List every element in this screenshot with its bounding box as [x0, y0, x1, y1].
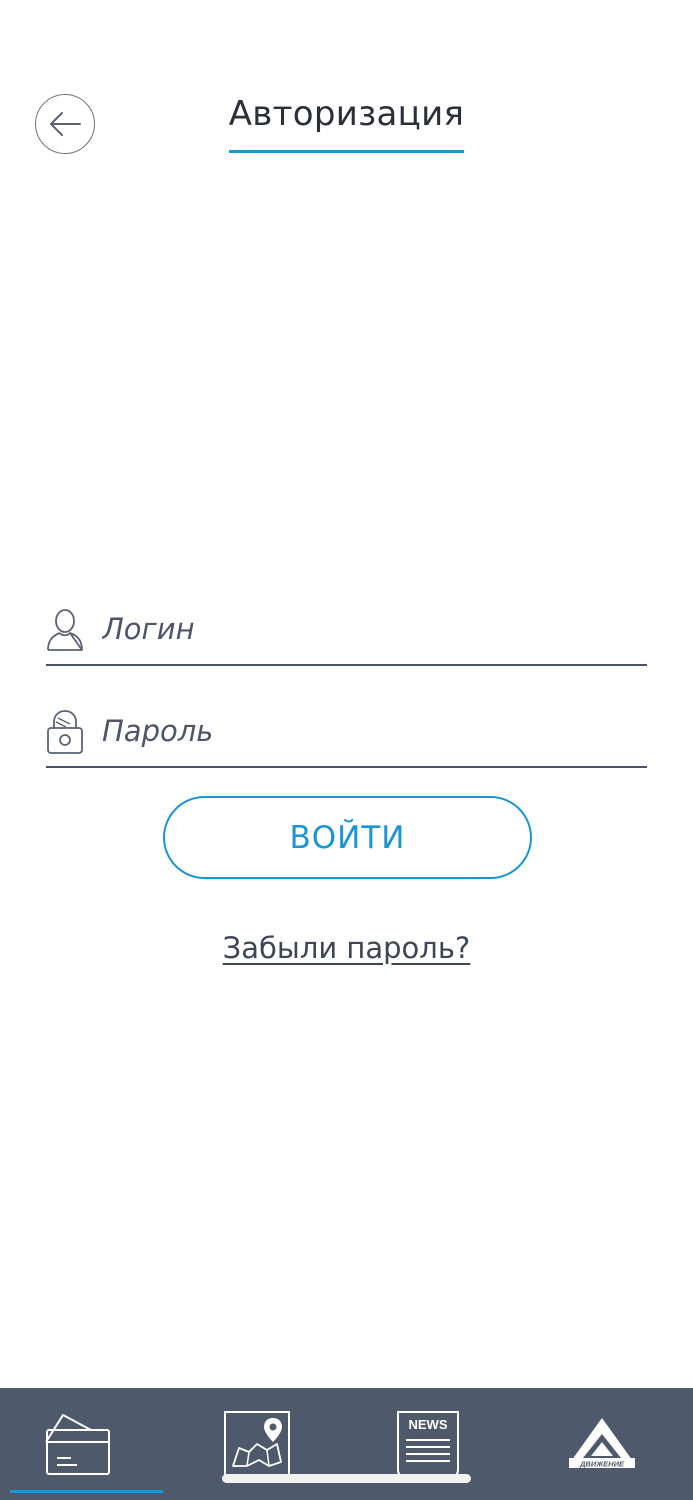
card-icon — [45, 1414, 110, 1475]
dvizhenie-label: ДВИЖЕНИЕ — [579, 1460, 625, 1469]
login-button[interactable]: ВОЙТИ — [163, 796, 532, 879]
lock-icon — [47, 710, 83, 754]
news-icon: NEWS — [397, 1411, 459, 1477]
user-icon — [47, 609, 83, 651]
tab-bar: NEWS ДВИЖЕНИЕ — [0, 1388, 693, 1500]
login-field[interactable] — [46, 598, 647, 666]
password-field[interactable] — [46, 700, 647, 768]
tab-dvizhenie[interactable]: ДВИЖЕНИЕ — [540, 1388, 680, 1500]
tab-cards[interactable] — [10, 1388, 163, 1500]
tab-map[interactable] — [190, 1388, 325, 1500]
login-input[interactable] — [102, 606, 642, 652]
tab-news[interactable]: NEWS — [365, 1388, 495, 1500]
home-indicator — [222, 1474, 471, 1483]
news-label: NEWS — [409, 1417, 448, 1432]
map-pin-icon — [224, 1411, 290, 1477]
title-underline — [229, 150, 464, 153]
page-title: Авторизация — [228, 94, 465, 134]
forgot-password-link[interactable]: Забыли пароль? — [0, 928, 693, 968]
dvizhenie-logo-icon: ДВИЖЕНИЕ — [569, 1418, 635, 1469]
password-input[interactable] — [102, 708, 642, 754]
active-tab-indicator — [10, 1490, 163, 1493]
